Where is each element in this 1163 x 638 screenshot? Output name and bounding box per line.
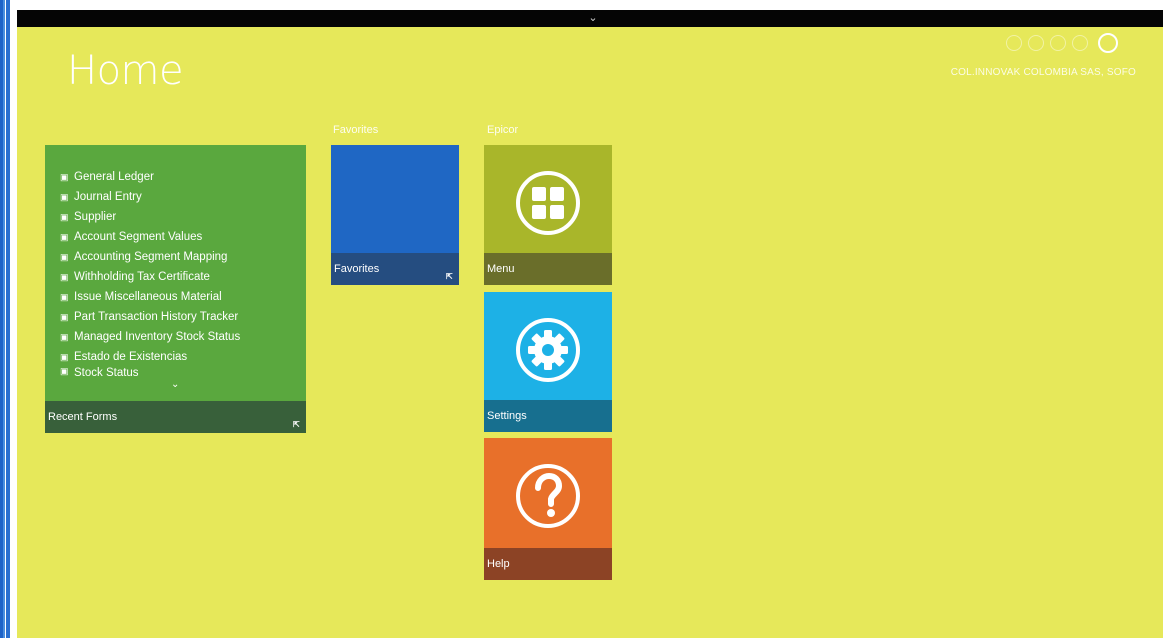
form-icon: ▣ (60, 291, 69, 302)
recent-form-item[interactable]: ▣ Journal Entry (60, 187, 240, 207)
form-icon: ▣ (60, 311, 69, 322)
question-mark-icon (516, 464, 580, 528)
recent-forms-tile[interactable]: ▣ General Ledger ▣ Journal Entry ▣ Supplier… (45, 145, 306, 433)
recent-form-label: Managed Inventory Stock Status (74, 331, 241, 343)
form-icon: ▣ (60, 351, 69, 362)
recent-form-label: Estado de Existencias (74, 351, 188, 363)
recent-form-item[interactable]: ▣ Issue Miscellaneous Material (60, 287, 240, 307)
form-icon: ▣ (60, 231, 69, 242)
settings-tile[interactable]: Settings (484, 292, 612, 432)
header-icon-4[interactable] (1072, 35, 1088, 51)
favorites-footer: Favorites ⇱ (331, 253, 459, 285)
recent-form-item[interactable]: ▣ Estado de Existencias (60, 347, 240, 367)
form-icon: ▣ (60, 191, 69, 202)
form-icon: ▣ (60, 331, 69, 342)
recent-form-item[interactable]: ▣ Accounting Segment Mapping (60, 247, 240, 267)
recent-form-label: Stock Status (74, 367, 139, 379)
settings-footer: Settings (484, 400, 612, 432)
recent-form-item[interactable]: ▣ Account Segment Values (60, 227, 240, 247)
recent-form-label: Account Segment Values (74, 231, 203, 243)
menu-tile[interactable]: Menu (484, 145, 612, 285)
help-tile[interactable]: Help (484, 438, 612, 580)
expand-icon[interactable]: ⇱ (446, 272, 455, 282)
menu-grid-icon (516, 171, 580, 235)
recent-forms-footer: Recent Forms ⇱ (45, 401, 306, 433)
recent-form-item[interactable]: ▣ General Ledger (60, 167, 240, 187)
recent-form-label: General Ledger (74, 171, 154, 183)
company-label[interactable]: COL.INNOVAK COLOMBIA SAS, SOFO (951, 67, 1136, 78)
form-icon: ▣ (60, 251, 69, 262)
menu-footer: Menu (484, 253, 612, 285)
help-footer: Help (484, 548, 612, 580)
form-icon: ▣ (60, 211, 69, 222)
favorites-label: Favorites (334, 263, 380, 275)
favorites-tile[interactable]: Favorites ⇱ (331, 145, 459, 285)
recent-form-item[interactable]: ▣ Managed Inventory Stock Status (60, 327, 240, 347)
recent-form-label: Journal Entry (74, 191, 142, 203)
gear-icon (516, 318, 580, 382)
settings-label: Settings (487, 410, 527, 422)
left-edge-strip (0, 0, 10, 638)
search-icon[interactable] (1098, 33, 1118, 53)
header-toolbar (1006, 33, 1118, 53)
help-label: Help (487, 558, 510, 570)
menu-label: Menu (487, 263, 515, 275)
recent-forms-label: Recent Forms (48, 411, 118, 423)
header-icon-1[interactable] (1006, 35, 1022, 51)
header-icon-3[interactable] (1050, 35, 1066, 51)
recent-forms-list: ▣ General Ledger ▣ Journal Entry ▣ Supplier… (60, 167, 240, 381)
recent-form-item[interactable]: ▣ Stock Status (60, 367, 240, 381)
recent-form-item[interactable]: ▣ Part Transaction History Tracker (60, 307, 240, 327)
form-icon: ▣ (60, 171, 69, 182)
recent-form-label: Withholding Tax Certificate (74, 271, 210, 283)
recent-form-item[interactable]: ▣ Withholding Tax Certificate (60, 267, 240, 287)
recent-form-label: Issue Miscellaneous Material (74, 291, 222, 303)
chevron-down-icon[interactable]: ⌄ (171, 380, 183, 390)
recent-form-label: Accounting Segment Mapping (74, 251, 228, 263)
recent-form-label: Supplier (74, 211, 117, 223)
recent-form-item[interactable]: ▣ Supplier (60, 207, 240, 227)
chevron-down-icon[interactable]: ⌄ (583, 10, 603, 27)
expand-icon[interactable]: ⇱ (293, 420, 302, 430)
section-label-favorites: Favorites (333, 124, 379, 136)
header-icon-2[interactable] (1028, 35, 1044, 51)
form-icon: ▣ (60, 367, 69, 376)
page-title: Home (67, 48, 184, 94)
home-page: ⌄ Home COL.INNOVAK COLOMBIA SAS, SOFO Fa… (0, 0, 1163, 638)
form-icon: ▣ (60, 271, 69, 282)
recent-form-label: Part Transaction History Tracker (74, 311, 239, 323)
section-label-epicor: Epicor (487, 124, 519, 136)
